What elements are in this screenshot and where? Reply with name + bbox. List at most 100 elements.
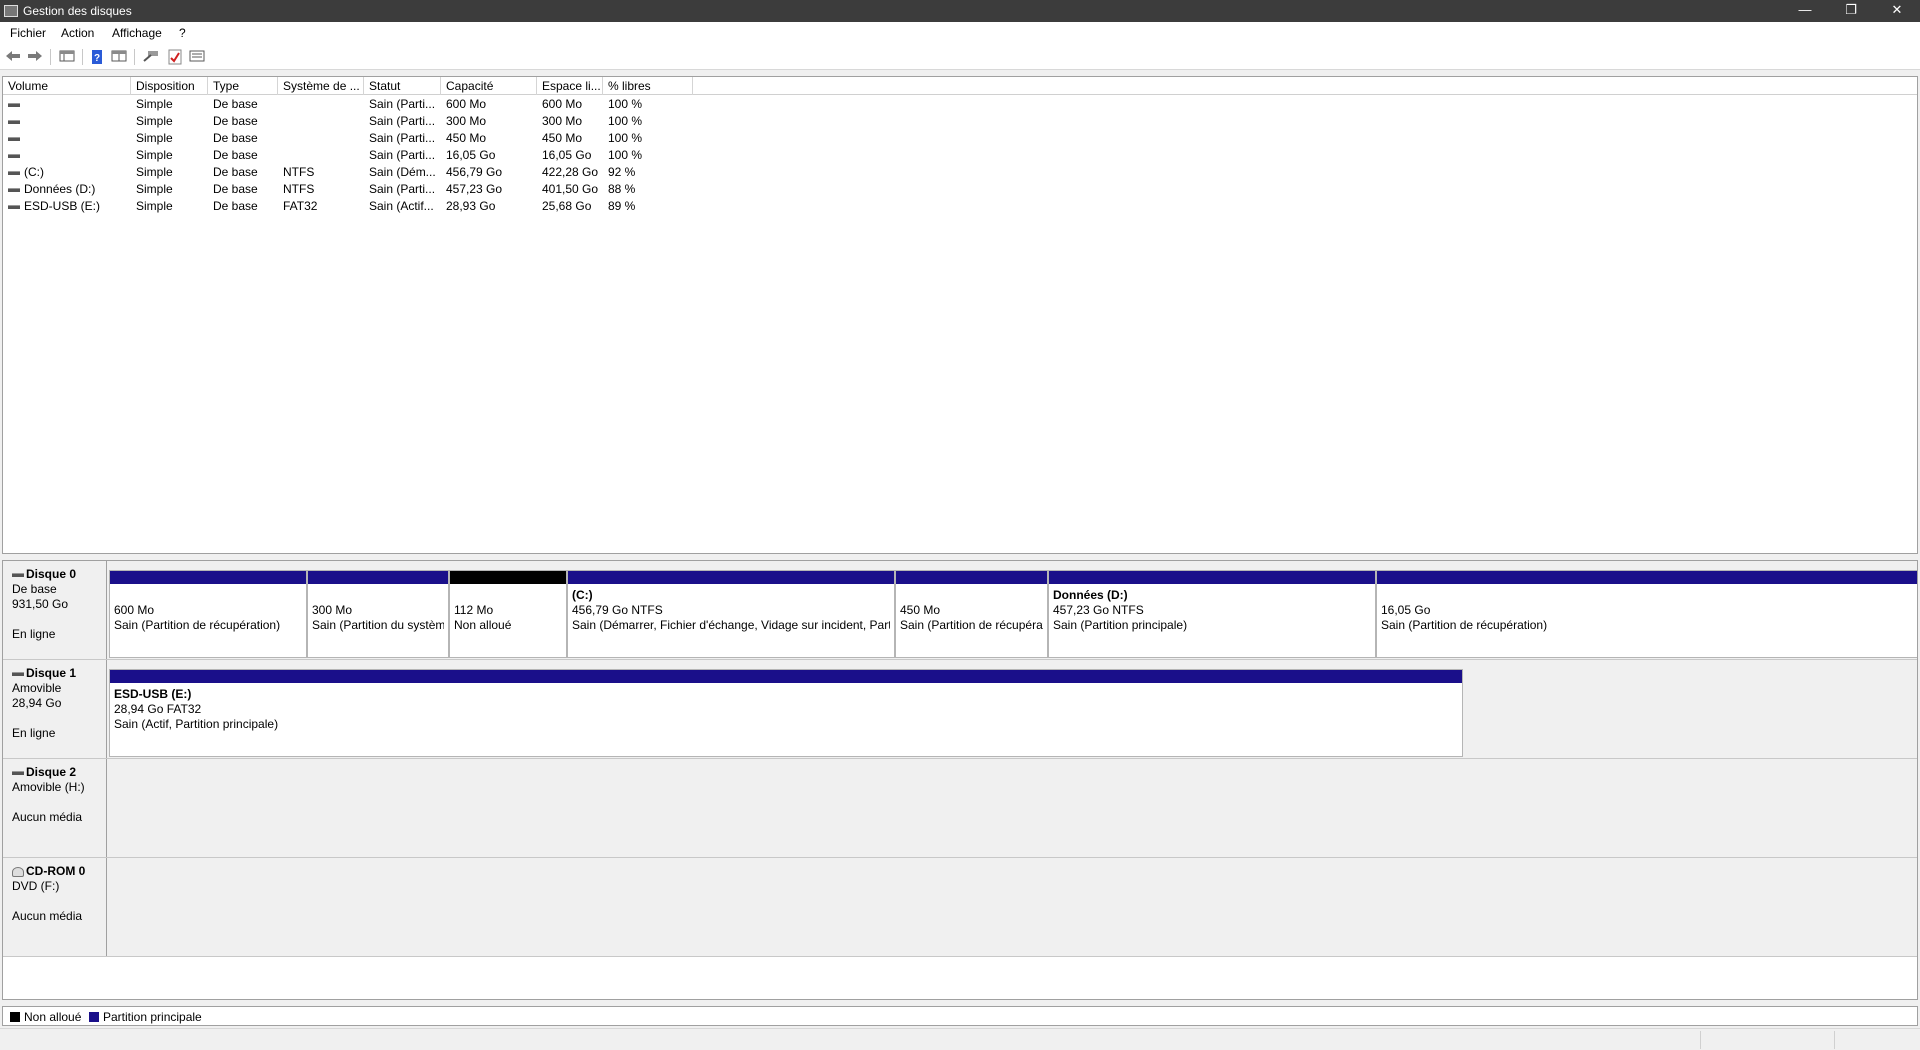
partition-status: Non alloué [454, 618, 512, 632]
column-header-status[interactable]: Statut [364, 77, 441, 95]
minimize-button[interactable]: — [1782, 0, 1828, 22]
forward-arrow-icon[interactable] [26, 49, 44, 65]
properties-icon[interactable] [110, 49, 128, 65]
back-arrow-icon[interactable] [4, 49, 22, 65]
disk-icon [12, 572, 24, 577]
column-header-type[interactable]: Type [208, 77, 278, 95]
volume-row[interactable]: (C:) Simple De base NTFS Sain (Dém... 456,79 … [3, 164, 1917, 181]
connect-icon[interactable] [142, 49, 160, 65]
disk-info-panel[interactable]: Disque 0 De base 931,50 Go En ligne [3, 561, 107, 659]
volume-cell-free: 422,28 Go [537, 164, 603, 181]
menu-affichage[interactable]: Affichage [112, 26, 162, 40]
column-header-volume[interactable]: Volume [3, 77, 131, 95]
help-icon[interactable]: ? [88, 49, 106, 65]
partition-block[interactable]: 16,05 Go Sain (Partition de récupération) [1376, 570, 1917, 658]
partition-name [312, 588, 444, 603]
status-pane-divider [1700, 1031, 1701, 1049]
volume-cell-type: De base [208, 147, 278, 164]
disk-management-app-icon [4, 5, 18, 17]
partition-name: Données (D:) [1053, 588, 1128, 602]
status-pane-divider [1834, 1031, 1835, 1049]
volume-cell-fs: FAT32 [278, 198, 364, 215]
legend-label-primary: Partition principale [103, 1010, 202, 1024]
volume-cell-pct: 100 % [603, 113, 693, 130]
close-button[interactable]: ✕ [1874, 0, 1920, 22]
column-header-capacity[interactable]: Capacité [441, 77, 537, 95]
volume-list[interactable]: Volume Disposition Type Système de ... S… [2, 76, 1918, 554]
partition-block[interactable]: 600 Mo Sain (Partition de récupération) [109, 570, 307, 658]
checklist-icon[interactable] [166, 49, 184, 65]
disk-info-line1: Amovible [12, 681, 62, 695]
volume-cell-text: Données (D:) [24, 182, 96, 196]
volume-cell-text: NTFS [283, 165, 315, 179]
unallocated-space[interactable]: 112 Mo Non alloué [449, 570, 567, 658]
window-title: Gestion des disques [23, 4, 132, 18]
partition-size: 456,79 Go NTFS [572, 603, 663, 617]
volume-cell-type: De base [208, 130, 278, 147]
properties-list-icon[interactable] [188, 49, 206, 65]
status-bar [0, 1028, 1920, 1050]
disk-info-line2 [12, 894, 106, 909]
volume-cell-text: De base [213, 131, 258, 145]
disk-row: Disque 2 Amovible (H:) Aucun média [3, 759, 1917, 858]
volume-cell-text: Simple [136, 165, 173, 179]
volume-row[interactable]: ESD-USB (E:) Simple De base FAT32 Sain (Acti… [3, 198, 1917, 215]
drive-icon [8, 204, 20, 209]
volume-cell-volume: ESD-USB (E:) [3, 198, 131, 215]
restore-button[interactable]: ❐ [1828, 0, 1874, 22]
volume-cell-pct: 92 % [603, 164, 693, 181]
disk-row: Disque 0 De base 931,50 Go En ligne 600 Mo Sa… [3, 561, 1917, 660]
menu-help[interactable]: ? [179, 26, 186, 40]
volume-row[interactable]: Données (D:) Simple De base NTFS Sain (Parti… [3, 181, 1917, 198]
partition-block[interactable]: Données (D:) 457,23 Go NTFS Sain (Partitio… [1048, 570, 1376, 658]
column-header-filesystem[interactable]: Système de ... [278, 77, 364, 95]
volume-cell-volume [3, 147, 131, 164]
partition-size: 457,23 Go NTFS [1053, 603, 1144, 617]
volume-cell-volume [3, 113, 131, 130]
column-header-disposition[interactable]: Disposition [131, 77, 208, 95]
console-tree-icon[interactable] [58, 49, 76, 65]
column-header-percent-free[interactable]: % libres [603, 77, 693, 95]
disk-info-panel[interactable]: Disque 1 Amovible 28,94 Go En ligne [3, 660, 107, 758]
partition-color-bar [110, 571, 306, 584]
disk-info-panel[interactable]: CD-ROM 0 DVD (F:) Aucun média [3, 858, 107, 956]
volume-list-header: Volume Disposition Type Système de ... S… [3, 77, 1917, 95]
column-header-free-space[interactable]: Espace li... [537, 77, 603, 95]
volume-cell-text: 100 % [608, 131, 643, 145]
volume-cell-free: 450 Mo [537, 130, 603, 147]
volume-cell-status: Sain (Parti... [364, 147, 441, 164]
menu-action[interactable]: Action [61, 26, 94, 40]
volume-cell-text: Simple [136, 114, 173, 128]
partition-block[interactable]: 450 MoSain (Partition de récupération) [895, 570, 1048, 658]
volume-cell-text: 92 % [608, 165, 636, 179]
volume-row[interactable]: Simple De base Sain (Parti... 450 Mo 450 Mo 1… [3, 130, 1917, 147]
volume-cell-volume: (C:) [3, 164, 131, 181]
disk-name: CD-ROM 0 [12, 864, 106, 879]
disk-info-line2 [12, 795, 106, 810]
volume-row[interactable]: Simple De base Sain (Parti... 600 Mo 600 Mo 1… [3, 96, 1917, 113]
volume-row[interactable]: Simple De base Sain (Parti... 16,05 Go 16,05… [3, 147, 1917, 164]
partition-size: 600 Mo [114, 603, 155, 617]
disk-name: Disque 0 [12, 567, 106, 582]
partition-status: Sain (Actif, Partition principale) [114, 717, 279, 731]
volume-cell-text: 401,50 Go [542, 182, 599, 196]
volume-cell-text: 450 Mo [446, 131, 487, 145]
volume-cell-free: 300 Mo [537, 113, 603, 130]
volume-row[interactable]: Simple De base Sain (Parti... 300 Mo 300 Mo 1… [3, 113, 1917, 130]
partition-details: 450 MoSain (Partition de récupération) [900, 588, 1043, 633]
volume-cell-text: 450 Mo [542, 131, 583, 145]
volume-cell-text: 89 % [608, 199, 636, 213]
svg-text:?: ? [94, 53, 100, 64]
volume-cell-status: Sain (Dém... [364, 164, 441, 181]
partition-size: 112 Mo [454, 603, 494, 617]
partition-block[interactable]: (C:) 456,79 Go NTFS Sain (Démarrer, Fichie… [567, 570, 895, 658]
menu-fichier[interactable]: Fichier [10, 26, 46, 40]
toolbar-separator [134, 49, 135, 65]
volume-cell-free: 600 Mo [537, 96, 603, 113]
partition-block[interactable]: 300 MoSain (Partition du système EFI) [307, 570, 449, 658]
partition-color-bar [308, 571, 448, 584]
disk-info-panel[interactable]: Disque 2 Amovible (H:) Aucun média [3, 759, 107, 857]
volume-cell-text: 16,05 Go [542, 148, 592, 162]
volume-cell-text: 100 % [608, 114, 643, 128]
partition-block[interactable]: ESD-USB (E:) 28,94 Go FAT32 Sain (Actif, P… [109, 669, 1463, 757]
